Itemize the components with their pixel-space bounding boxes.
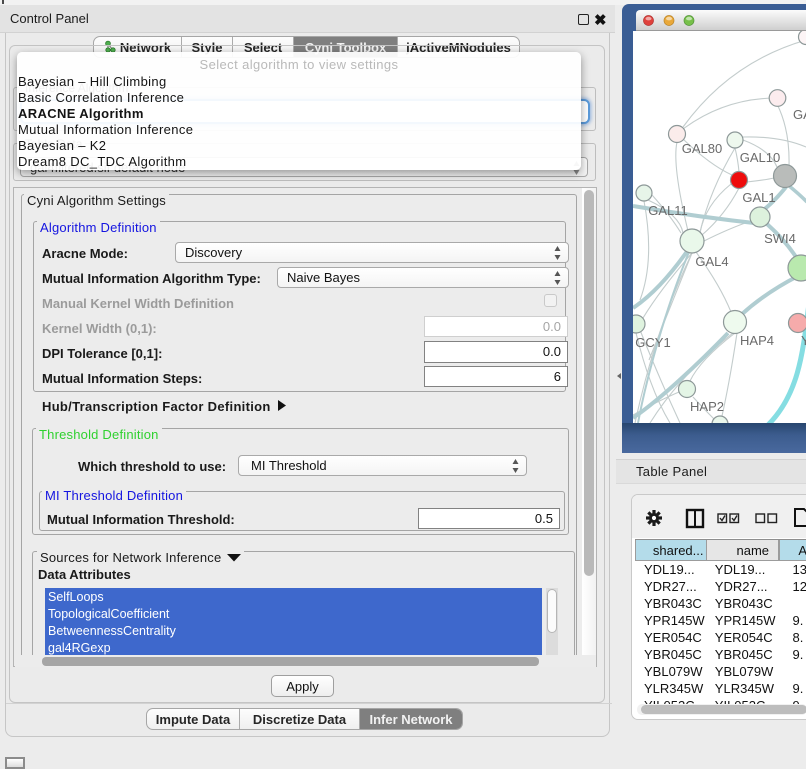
svg-text:Y: Y [801, 333, 806, 348]
svg-text:SWI4: SWI4 [764, 231, 796, 246]
svg-text:GAL10: GAL10 [740, 150, 780, 165]
svg-text:GCY1: GCY1 [635, 335, 670, 350]
svg-text:GAL4: GAL4 [695, 254, 728, 269]
svg-text:HAP2: HAP2 [690, 399, 724, 414]
svg-text:GAL80: GAL80 [682, 141, 722, 156]
svg-text:HAP4: HAP4 [740, 333, 774, 348]
svg-text:GAL11: GAL11 [648, 203, 688, 218]
svg-text:GAL1: GAL1 [742, 190, 775, 205]
svg-text:GAL7: GAL7 [793, 107, 806, 122]
